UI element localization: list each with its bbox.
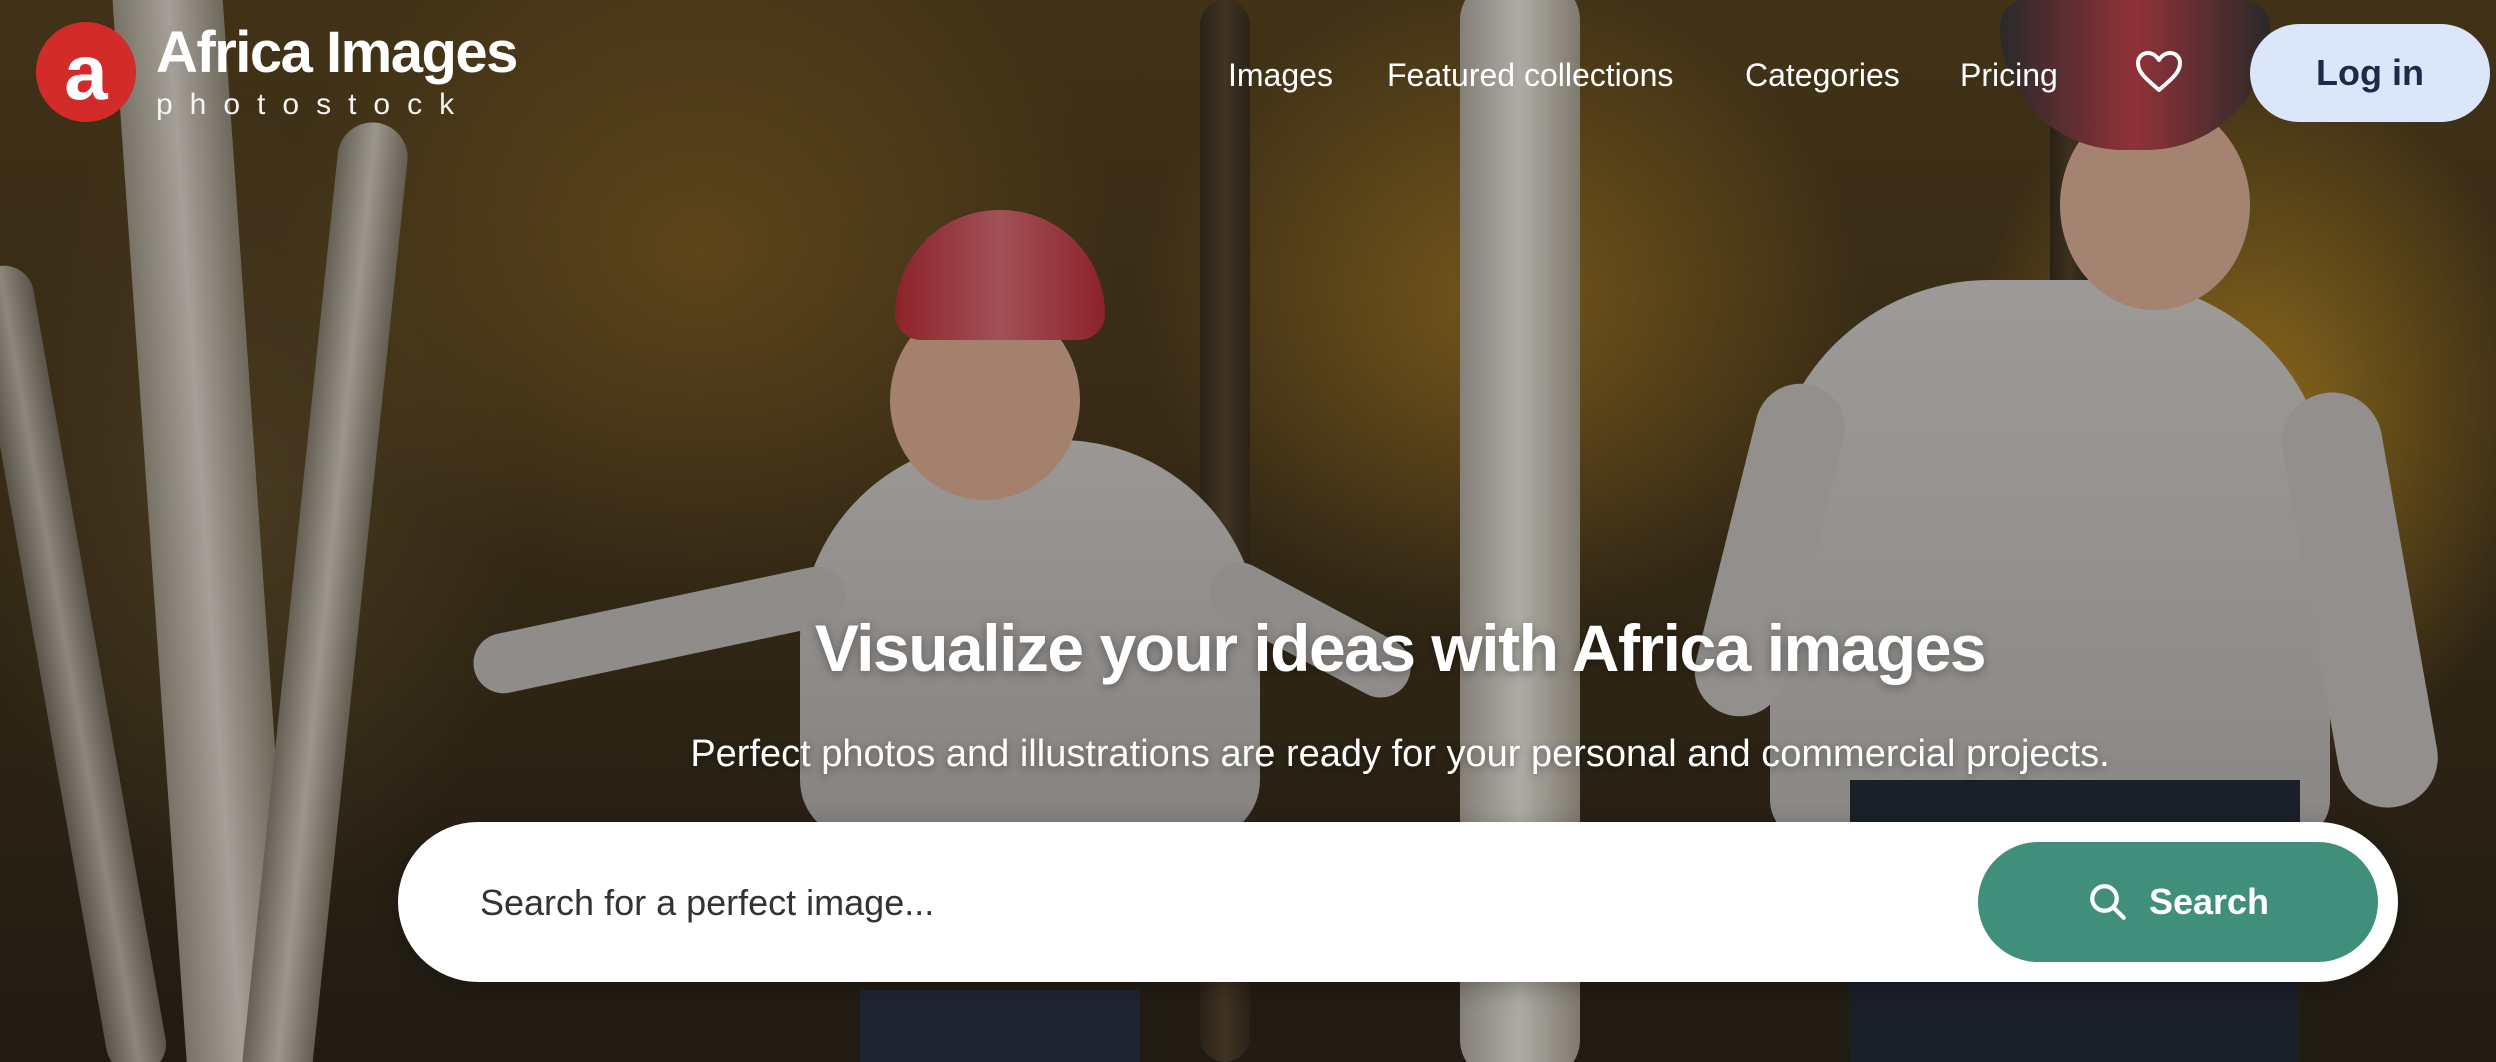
hero-subtitle: Perfect photos and illustrations are rea… <box>690 733 2110 775</box>
brand-logo[interactable]: a Africa Images photostock <box>36 20 518 122</box>
search-bar: Search <box>398 822 2398 982</box>
nav-item-pricing[interactable]: Pricing <box>1960 55 2058 95</box>
search-button[interactable]: Search <box>1978 842 2378 962</box>
nav-item-featured-collections[interactable]: Featured collections <box>1387 55 1673 95</box>
search-button-label: Search <box>2148 881 2270 922</box>
nav-item-categories[interactable]: Categories <box>1745 55 1900 95</box>
hero-title: Visualize your ideas with Africa images <box>814 611 1987 685</box>
search-input[interactable] <box>478 862 1932 944</box>
brand-name: Africa Images <box>156 20 518 85</box>
site-header: a Africa Images photostock Images Featur… <box>0 0 2496 150</box>
logo-wordmark: Africa Images photostock <box>156 20 518 121</box>
login-button[interactable]: Log in <box>2250 24 2490 122</box>
nav-item-images[interactable]: Images <box>1228 55 1333 95</box>
search-icon <box>2090 884 2126 920</box>
logo-mark: a <box>36 22 136 122</box>
brand-tagline: photostock <box>156 88 472 121</box>
heart-icon[interactable] <box>2135 50 2183 94</box>
